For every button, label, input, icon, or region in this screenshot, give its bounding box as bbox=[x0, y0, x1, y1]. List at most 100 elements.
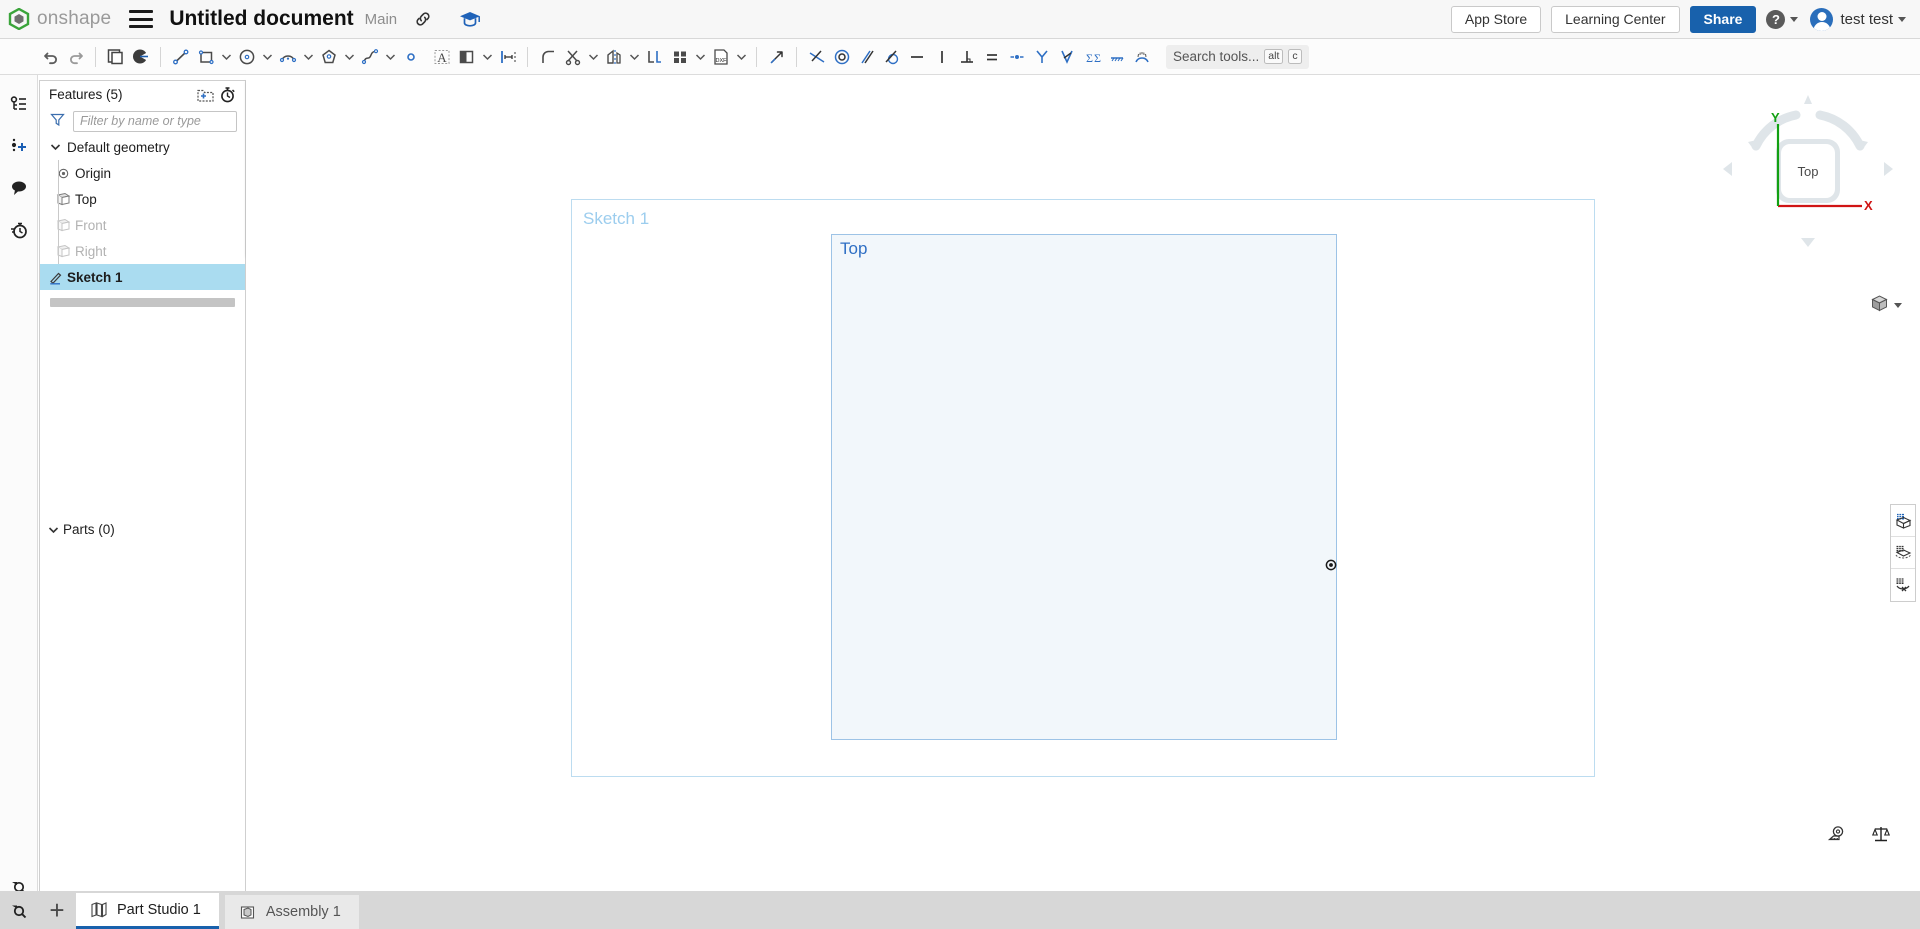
fix-constraint-icon[interactable] bbox=[1054, 44, 1079, 69]
rectangle-icon[interactable] bbox=[193, 44, 218, 69]
chevron-down-icon[interactable] bbox=[692, 44, 708, 69]
origin-icon bbox=[56, 167, 71, 180]
normal-constraint-icon[interactable]: ΣΣ bbox=[1079, 44, 1104, 69]
plane-grid-settings-icon[interactable] bbox=[1891, 569, 1915, 601]
add-tab-button[interactable]: + bbox=[38, 891, 76, 929]
polygon-icon[interactable] bbox=[316, 44, 341, 69]
perpendicular-constraint-icon[interactable] bbox=[954, 44, 979, 69]
sidebar-item-sketch-1[interactable]: Sketch 1 bbox=[40, 264, 245, 290]
sidebar-item-label: Top bbox=[75, 192, 97, 207]
use-projection-icon[interactable] bbox=[642, 44, 667, 69]
parts-section[interactable]: Parts (0) bbox=[40, 516, 115, 542]
chevron-down-icon[interactable] bbox=[341, 44, 357, 69]
document-tab-bar: + Part Studio 1 Assembly 1 bbox=[0, 891, 1920, 929]
share-button[interactable]: Share bbox=[1690, 6, 1757, 33]
equal-constraint-icon[interactable] bbox=[979, 44, 1004, 69]
hamburger-menu-icon[interactable] bbox=[129, 10, 153, 28]
tab-assembly-1[interactable]: Assembly 1 bbox=[225, 895, 359, 929]
view-orientation-menu[interactable] bbox=[1870, 294, 1902, 316]
undo-icon[interactable] bbox=[38, 44, 63, 69]
horizontal-constraint-icon[interactable] bbox=[904, 44, 929, 69]
chevron-down-icon[interactable] bbox=[218, 44, 234, 69]
coincident-constraint-icon[interactable] bbox=[804, 44, 829, 69]
axis-x-label: X bbox=[1864, 198, 1873, 213]
view-cube-face-label[interactable]: Top bbox=[1782, 145, 1834, 197]
fillet-icon[interactable] bbox=[535, 44, 560, 69]
history-timer-icon[interactable] bbox=[0, 213, 38, 247]
line-icon[interactable] bbox=[168, 44, 193, 69]
construction-icon[interactable] bbox=[1104, 44, 1129, 69]
sidebar-item-top[interactable]: Top bbox=[40, 186, 245, 212]
feature-timer-icon[interactable] bbox=[216, 84, 238, 106]
transform-icon[interactable] bbox=[764, 44, 789, 69]
link-icon[interactable] bbox=[413, 9, 433, 29]
parallel-constraint-icon[interactable] bbox=[854, 44, 879, 69]
chevron-down-icon[interactable] bbox=[585, 44, 601, 69]
copy-icon[interactable] bbox=[103, 44, 128, 69]
learning-center-button[interactable]: Learning Center bbox=[1551, 6, 1679, 33]
chevron-down-icon[interactable] bbox=[300, 44, 316, 69]
measure-paste-icon[interactable] bbox=[128, 44, 153, 69]
dxf-import-icon[interactable]: DXF bbox=[708, 44, 733, 69]
sidebar-item-front[interactable]: Front bbox=[40, 212, 245, 238]
circle-icon[interactable] bbox=[234, 44, 259, 69]
trim-icon[interactable] bbox=[560, 44, 585, 69]
user-menu[interactable]: test test bbox=[1810, 8, 1906, 31]
display-plane-grid-icon[interactable] bbox=[1891, 505, 1915, 537]
graphics-viewport[interactable]: Sketch 1 Top Top Y X bbox=[246, 76, 1920, 891]
tangent-constraint-icon[interactable] bbox=[879, 44, 904, 69]
tree-group-label: Default geometry bbox=[67, 140, 170, 155]
chevron-down-icon[interactable] bbox=[48, 522, 59, 537]
shortcut-alt-key: alt bbox=[1264, 49, 1283, 64]
arc-icon[interactable] bbox=[275, 44, 300, 69]
add-variable-icon[interactable] bbox=[0, 129, 38, 163]
curvature-constraint-icon[interactable] bbox=[1129, 44, 1154, 69]
chevron-down-icon[interactable] bbox=[626, 44, 642, 69]
mass-properties-scale-icon[interactable] bbox=[1870, 823, 1892, 845]
add-folder-icon[interactable] bbox=[194, 84, 216, 106]
mirror-icon[interactable] bbox=[601, 44, 626, 69]
symmetric-constraint-icon[interactable] bbox=[1029, 44, 1054, 69]
brand-logo[interactable]: onshape bbox=[8, 8, 111, 30]
viewport-bottom-tools bbox=[1826, 823, 1892, 845]
search-tools-input[interactable]: Search tools... alt c bbox=[1166, 45, 1309, 69]
origin-point-icon[interactable] bbox=[1325, 559, 1337, 574]
filter-input[interactable]: Filter by name or type bbox=[73, 111, 237, 132]
tab-part-studio-1[interactable]: Part Studio 1 bbox=[76, 893, 219, 929]
measure-tape-icon[interactable] bbox=[1826, 823, 1848, 845]
chevron-down-icon[interactable] bbox=[382, 44, 398, 69]
sidebar-item-origin[interactable]: Origin bbox=[40, 160, 245, 186]
view-cube[interactable]: Top Y X bbox=[1718, 88, 1898, 258]
graduation-cap-icon[interactable] bbox=[459, 9, 481, 29]
svg-text:Σ: Σ bbox=[1086, 51, 1093, 65]
feature-list-icon[interactable] bbox=[0, 87, 38, 121]
point-icon[interactable] bbox=[398, 44, 423, 69]
rollback-bar[interactable] bbox=[50, 298, 235, 307]
concentric-constraint-icon[interactable] bbox=[829, 44, 854, 69]
midpoint-constraint-icon[interactable] bbox=[1004, 44, 1029, 69]
redo-icon[interactable] bbox=[63, 44, 88, 69]
comment-icon[interactable] bbox=[0, 171, 38, 205]
chevron-down-icon[interactable] bbox=[259, 44, 275, 69]
help-menu[interactable]: ? bbox=[1766, 10, 1798, 29]
tab-search-icon[interactable] bbox=[0, 891, 38, 929]
spline-icon[interactable] bbox=[357, 44, 382, 69]
offset-icon[interactable] bbox=[454, 44, 479, 69]
sidebar-item-right[interactable]: Right bbox=[40, 238, 245, 264]
filter-funnel-icon[interactable] bbox=[50, 112, 65, 130]
linear-pattern-icon[interactable] bbox=[667, 44, 692, 69]
dimension-icon[interactable] bbox=[495, 44, 520, 69]
app-store-button[interactable]: App Store bbox=[1451, 6, 1541, 33]
sketch-plane-rectangle[interactable]: Top bbox=[831, 234, 1337, 740]
tab-label: Assembly 1 bbox=[266, 904, 341, 920]
chevron-down-icon bbox=[1790, 17, 1798, 22]
chevron-down-icon[interactable] bbox=[48, 143, 63, 151]
chevron-down-icon[interactable] bbox=[1894, 303, 1902, 308]
vertical-constraint-icon[interactable] bbox=[929, 44, 954, 69]
text-icon[interactable]: A bbox=[429, 44, 454, 69]
chevron-down-icon[interactable] bbox=[733, 44, 749, 69]
sketch-toolbar: A DXF bbox=[0, 39, 1920, 75]
rotate-plane-grid-icon[interactable] bbox=[1891, 537, 1915, 569]
chevron-down-icon[interactable] bbox=[479, 44, 495, 69]
tree-group-default-geometry[interactable]: Default geometry bbox=[40, 134, 245, 160]
